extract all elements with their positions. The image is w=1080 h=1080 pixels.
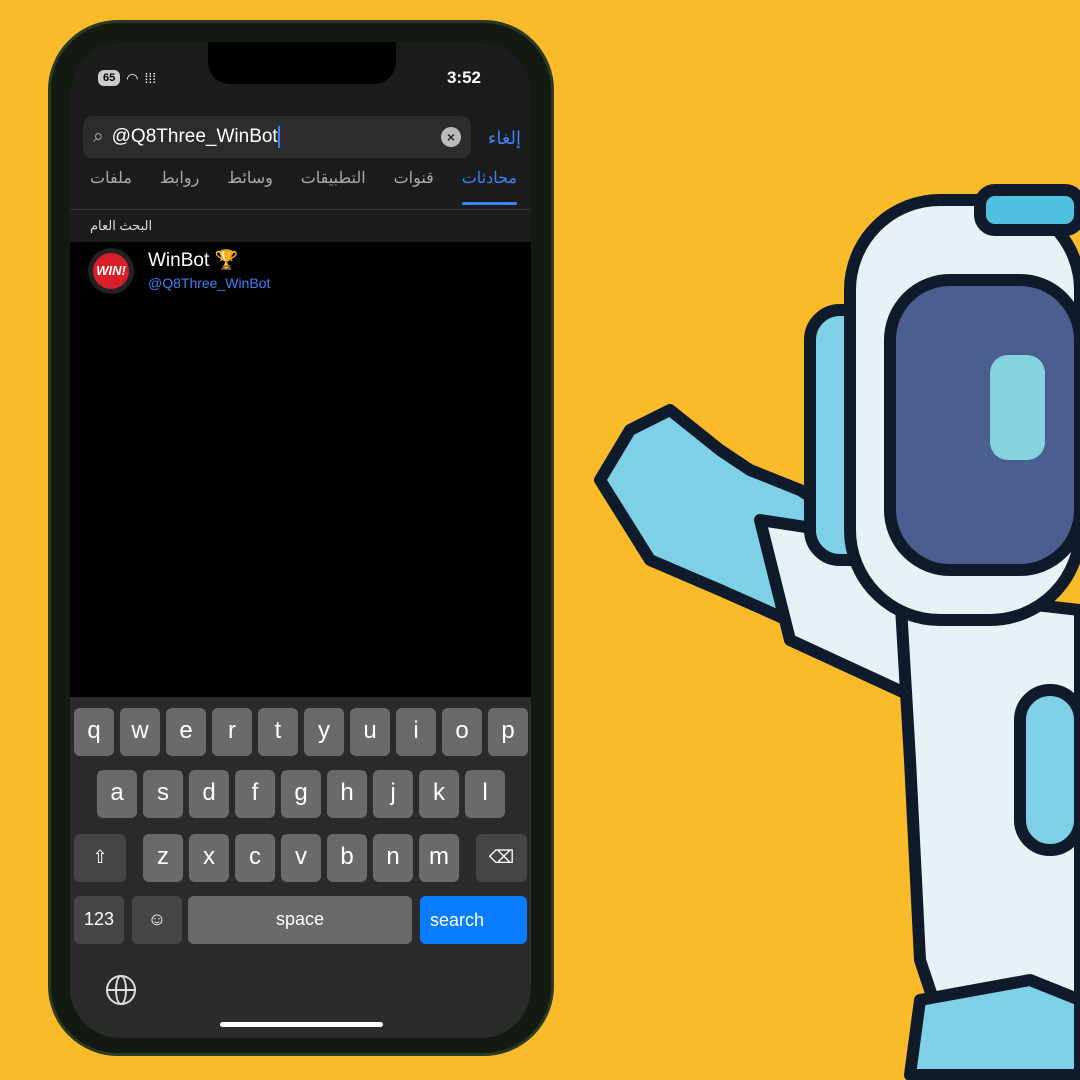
phone-screen: 65 ◠ ⁞⁞⁞ 3:52 ⌕ @Q8Three_WinBot × إلغاء …	[70, 42, 531, 1038]
key-m[interactable]: m	[419, 834, 459, 882]
numbers-key[interactable]: 123	[74, 896, 124, 944]
cancel-button[interactable]: إلغاء	[488, 127, 521, 149]
tab-media[interactable]: وسائط	[227, 168, 273, 192]
key-j[interactable]: j	[373, 770, 413, 818]
key-n[interactable]: n	[373, 834, 413, 882]
emoji-key[interactable]: ☺	[132, 896, 182, 944]
key-w[interactable]: w	[120, 708, 160, 756]
key-d[interactable]: d	[189, 770, 229, 818]
section-header: البحث العام	[70, 209, 531, 242]
tab-bar: محادثات قنوات التطبيقات وسائط روابط ملفا…	[70, 168, 531, 205]
result-name: WinBot 🏆	[148, 250, 239, 271]
clear-icon[interactable]: ×	[441, 127, 461, 147]
search-key[interactable]: search	[420, 896, 527, 944]
key-a[interactable]: a	[97, 770, 137, 818]
search-result-item[interactable]: WIN! WinBot 🏆 @Q8Three_WinBot	[70, 242, 531, 300]
key-v[interactable]: v	[281, 834, 321, 882]
search-value: @Q8Three_WinBot	[111, 126, 278, 147]
key-r[interactable]: r	[212, 708, 252, 756]
key-u[interactable]: u	[350, 708, 390, 756]
robot-illustration	[594, 184, 1080, 1080]
tab-apps[interactable]: التطبيقات	[301, 168, 366, 192]
text-cursor	[277, 126, 280, 148]
search-input[interactable]: ⌕ @Q8Three_WinBot ×	[83, 116, 471, 158]
battery-icon: 65	[98, 70, 121, 86]
search-icon: ⌕	[93, 126, 104, 147]
key-h[interactable]: h	[327, 770, 367, 818]
result-username: @Q8Three_WinBot	[148, 275, 271, 291]
tab-links[interactable]: روابط	[160, 168, 200, 192]
notch	[208, 42, 396, 84]
home-indicator	[220, 1022, 383, 1027]
tab-channels[interactable]: قنوات	[394, 168, 434, 192]
key-e[interactable]: e	[166, 708, 206, 756]
key-t[interactable]: t	[258, 708, 298, 756]
key-p[interactable]: p	[488, 708, 528, 756]
key-z[interactable]: z	[143, 834, 183, 882]
clock: 3:52	[446, 68, 481, 87]
key-y[interactable]: y	[304, 708, 344, 756]
key-s[interactable]: s	[143, 770, 183, 818]
key-b[interactable]: b	[327, 834, 367, 882]
delete-key[interactable]: ⌫	[476, 834, 527, 882]
signal-icon: ⁞⁞⁞	[144, 70, 157, 86]
space-key[interactable]: space	[188, 896, 412, 944]
globe-icon[interactable]	[106, 975, 136, 1005]
key-o[interactable]: o	[442, 708, 482, 756]
key-q[interactable]: q	[74, 708, 114, 756]
key-f[interactable]: f	[235, 770, 275, 818]
status-icons: 65 ◠ ⁞⁞⁞	[98, 69, 156, 87]
key-k[interactable]: k	[419, 770, 459, 818]
tab-chats[interactable]: محادثات	[461, 168, 518, 205]
key-g[interactable]: g	[281, 770, 321, 818]
wifi-icon: ◠	[126, 70, 139, 86]
stage: 65 ◠ ⁞⁞⁞ 3:52 ⌕ @Q8Three_WinBot × إلغاء …	[0, 0, 1080, 1080]
key-i[interactable]: i	[396, 708, 436, 756]
keyboard: ⇧ ⌫ 123 ☺ space search qwertyuiop asdfghj…	[70, 697, 531, 1038]
key-x[interactable]: x	[189, 834, 229, 882]
avatar: WIN!	[88, 248, 134, 294]
key-l[interactable]: l	[465, 770, 505, 818]
tab-files[interactable]: ملفات	[90, 168, 132, 192]
key-c[interactable]: c	[235, 834, 275, 882]
shift-key[interactable]: ⇧	[74, 834, 126, 882]
